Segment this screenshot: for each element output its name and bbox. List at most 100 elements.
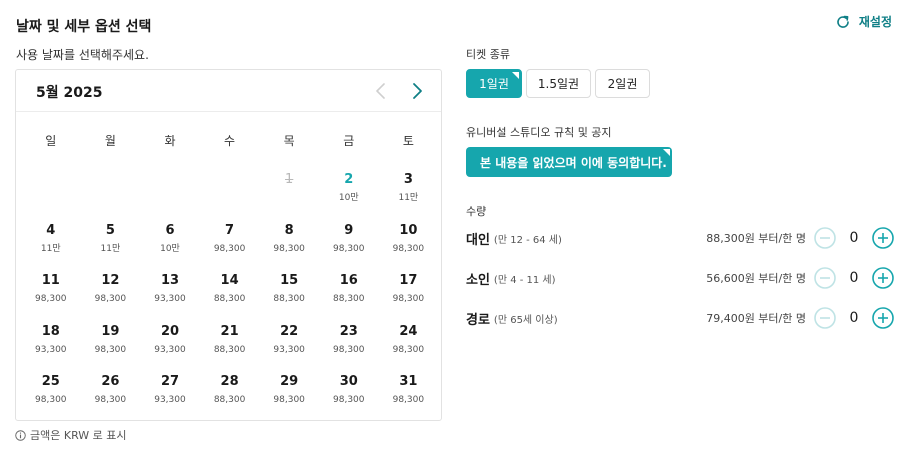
ticket-tab-2day[interactable]: 2일권: [595, 69, 650, 98]
day-price: 10만: [160, 243, 180, 254]
rules-label: 유니버설 스튜디오 규칙 및 공지: [466, 126, 612, 139]
calendar-day[interactable]: 27 93,300: [140, 365, 200, 416]
calendar-day[interactable]: 19 98,300: [81, 315, 141, 366]
day-price: 10만: [338, 193, 359, 203]
day-price: 98,300: [392, 243, 425, 254]
calendar-day[interactable]: 14 88,300: [200, 264, 260, 315]
day-number: 10: [399, 222, 418, 238]
calendar-day[interactable]: 22 93,300: [259, 315, 319, 366]
day-number: 6: [165, 222, 175, 238]
empty-day-cell: [200, 163, 260, 214]
calendar-day[interactable]: 10 98,300: [379, 214, 439, 265]
quantity-age-range: (만 65세 이상): [493, 314, 558, 326]
calendar-day[interactable]: 2 10만: [319, 163, 379, 214]
calendar-day[interactable]: 3 11만: [379, 163, 439, 214]
day-number: 14: [220, 273, 239, 289]
day-price: 11만: [398, 193, 419, 203]
calendar-day[interactable]: 24 98,300: [379, 315, 439, 366]
day-price: 98,300: [392, 344, 425, 355]
calendar-day[interactable]: 20 93,300: [140, 315, 200, 366]
ticket-tab-label: 1일권: [479, 77, 509, 91]
next-month-button[interactable]: [404, 78, 430, 104]
increment-button[interactable]: [872, 307, 894, 329]
calendar-day[interactable]: 7 98,300: [200, 214, 260, 265]
calendar-day[interactable]: 31 98,300: [379, 365, 439, 416]
calendar-day[interactable]: 15 88,300: [259, 264, 319, 315]
decrement-button[interactable]: [814, 267, 836, 289]
decrement-button[interactable]: [814, 227, 836, 249]
calendar-day: 1: [259, 163, 319, 214]
calendar-day[interactable]: 30 98,300: [319, 365, 379, 416]
day-price: 11만: [100, 243, 121, 254]
day-number: 20: [160, 323, 180, 339]
day-number: 22: [280, 323, 299, 339]
calendar-day[interactable]: 4 11만: [21, 214, 81, 265]
weekday-label: 일: [45, 134, 57, 148]
ticket-tab-label: 2일권: [607, 77, 638, 91]
quantity-price: 79,400원 부터/한 명: [706, 312, 806, 325]
day-number: 28: [220, 374, 239, 390]
calendar-day[interactable]: 25 98,300: [21, 365, 81, 416]
calendar-day[interactable]: 18 93,300: [21, 315, 81, 366]
date-prompt: 사용 날짜를 선택해주세요.: [16, 48, 149, 62]
refresh-icon: [837, 15, 849, 28]
day-price: 98,300: [273, 395, 305, 406]
calendar-day[interactable]: 6 10만: [140, 214, 200, 265]
day-number: 26: [101, 374, 120, 390]
day-number: 29: [280, 374, 299, 390]
ticket-tab-1day[interactable]: 1일권: [466, 69, 522, 98]
day-number: 17: [399, 273, 418, 289]
calendar-day[interactable]: 13 93,300: [140, 264, 200, 315]
calendar-day[interactable]: 29 98,300: [259, 365, 319, 416]
currency-note-text: 금액은 KRW 로 표시: [30, 429, 127, 442]
page-title: 날짜 및 세부 옵션 선택: [16, 19, 152, 35]
reset-label: 재설정: [858, 15, 892, 29]
empty-day-cell: [81, 163, 141, 214]
weekday-label: 수: [224, 134, 236, 148]
chevron-left-icon: [376, 83, 385, 99]
ticket-tab-label: 1.5일권: [537, 77, 580, 91]
calendar-day[interactable]: 17 98,300: [379, 264, 439, 315]
increment-button[interactable]: [872, 227, 894, 249]
day-price: 98,300: [333, 243, 365, 254]
day-number: 21: [220, 323, 239, 339]
calendar-day[interactable]: 28 88,300: [200, 365, 260, 416]
day-number: 30: [339, 374, 358, 390]
day-price: 98,300: [213, 243, 246, 254]
reset-button[interactable]: 재설정: [835, 13, 892, 30]
calendar-day[interactable]: 16 88,300: [319, 264, 379, 315]
day-price: 98,300: [35, 395, 67, 406]
increment-button[interactable]: [872, 267, 894, 289]
day-price: 88,300: [333, 294, 365, 305]
calendar-day[interactable]: 12 98,300: [81, 264, 141, 315]
calendar-day[interactable]: 21 88,300: [200, 315, 260, 366]
calendar-day[interactable]: 26 98,300: [81, 365, 141, 416]
day-price: 98,300: [94, 344, 127, 355]
day-price: 11만: [40, 243, 61, 254]
calendar-day[interactable]: 5 11만: [81, 214, 141, 265]
day-number: 12: [101, 273, 120, 289]
weekday-label: 금: [343, 134, 355, 148]
agree-button[interactable]: 본 내용을 읽었으며 이에 동의합니다.: [466, 147, 672, 177]
prev-month-button[interactable]: [368, 78, 394, 104]
decrement-button[interactable]: [814, 307, 836, 329]
weekday-label: 월: [104, 134, 116, 148]
quantity-row: 대인 (만 12 - 64 세) 88,300원 부터/한 명 0: [466, 225, 894, 251]
day-number: 19: [101, 323, 120, 339]
chevron-right-icon: [413, 83, 422, 99]
ticket-tab-1-5day[interactable]: 1.5일권: [526, 69, 591, 98]
calendar-day[interactable]: 8 98,300: [259, 214, 319, 265]
day-price: 98,300: [273, 243, 305, 254]
day-number: 23: [339, 323, 358, 339]
quantity-label: 수량: [466, 205, 487, 218]
day-price: 93,300: [154, 294, 186, 305]
calendar-day[interactable]: 23 98,300: [319, 315, 379, 366]
ticket-type-label: 티켓 종류: [466, 48, 510, 61]
calendar-day[interactable]: 9 98,300: [319, 214, 379, 265]
quantity-age-range: (만 12 - 64 세): [493, 234, 562, 246]
quantity-type-name: 소인: [466, 272, 490, 288]
quantity-price: 88,300원 부터/한 명: [706, 232, 806, 245]
calendar-day[interactable]: 11 98,300: [21, 264, 81, 315]
quantity-type-name: 경로: [466, 312, 490, 328]
day-price: 88,300: [273, 294, 305, 305]
